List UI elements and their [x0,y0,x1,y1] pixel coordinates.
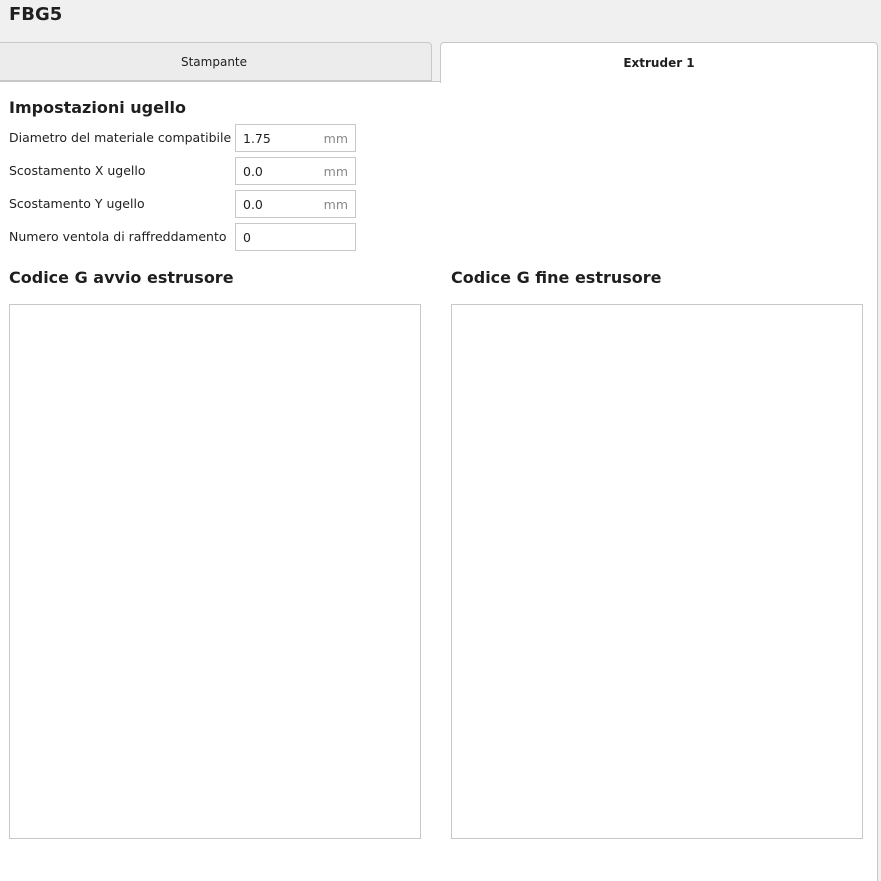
material-diameter-label: Diametro del materiale compatibile [9,130,232,145]
field-value: 0.0 [243,197,263,212]
machine-title: FBG5 [9,4,63,25]
field-unit: mm [323,197,348,212]
field-value: 0.0 [243,164,263,179]
nozzle-offset-y-input[interactable]: 0.0 mm [235,190,356,218]
cooling-fan-number-label: Numero ventola di raffreddamento [9,229,227,244]
field-value: 0 [243,230,251,245]
tab-label: Stampante [180,54,248,69]
field-unit: mm [323,131,348,146]
cooling-fan-number-input[interactable]: 0 [235,223,356,251]
nozzle-offset-y-label: Scostamento Y ugello [9,196,145,211]
nozzle-offset-x-label: Scostamento X ugello [9,163,146,178]
nozzle-settings-heading: Impostazioni ugello [9,98,186,117]
end-gcode-textarea[interactable] [451,304,863,839]
field-unit: mm [323,164,348,179]
tab-extruder-1[interactable]: Extruder 1 [440,42,878,83]
start-gcode-textarea[interactable] [9,304,421,839]
tab-stampante[interactable]: Stampante [0,42,432,81]
nozzle-offset-x-input[interactable]: 0.0 mm [235,157,356,185]
field-value: 1.75 [243,131,271,146]
tab-label: Extruder 1 [623,56,695,70]
material-diameter-input[interactable]: 1.75 mm [235,124,356,152]
start-gcode-heading: Codice G avvio estrusore [9,268,234,287]
end-gcode-heading: Codice G fine estrusore [451,268,662,287]
